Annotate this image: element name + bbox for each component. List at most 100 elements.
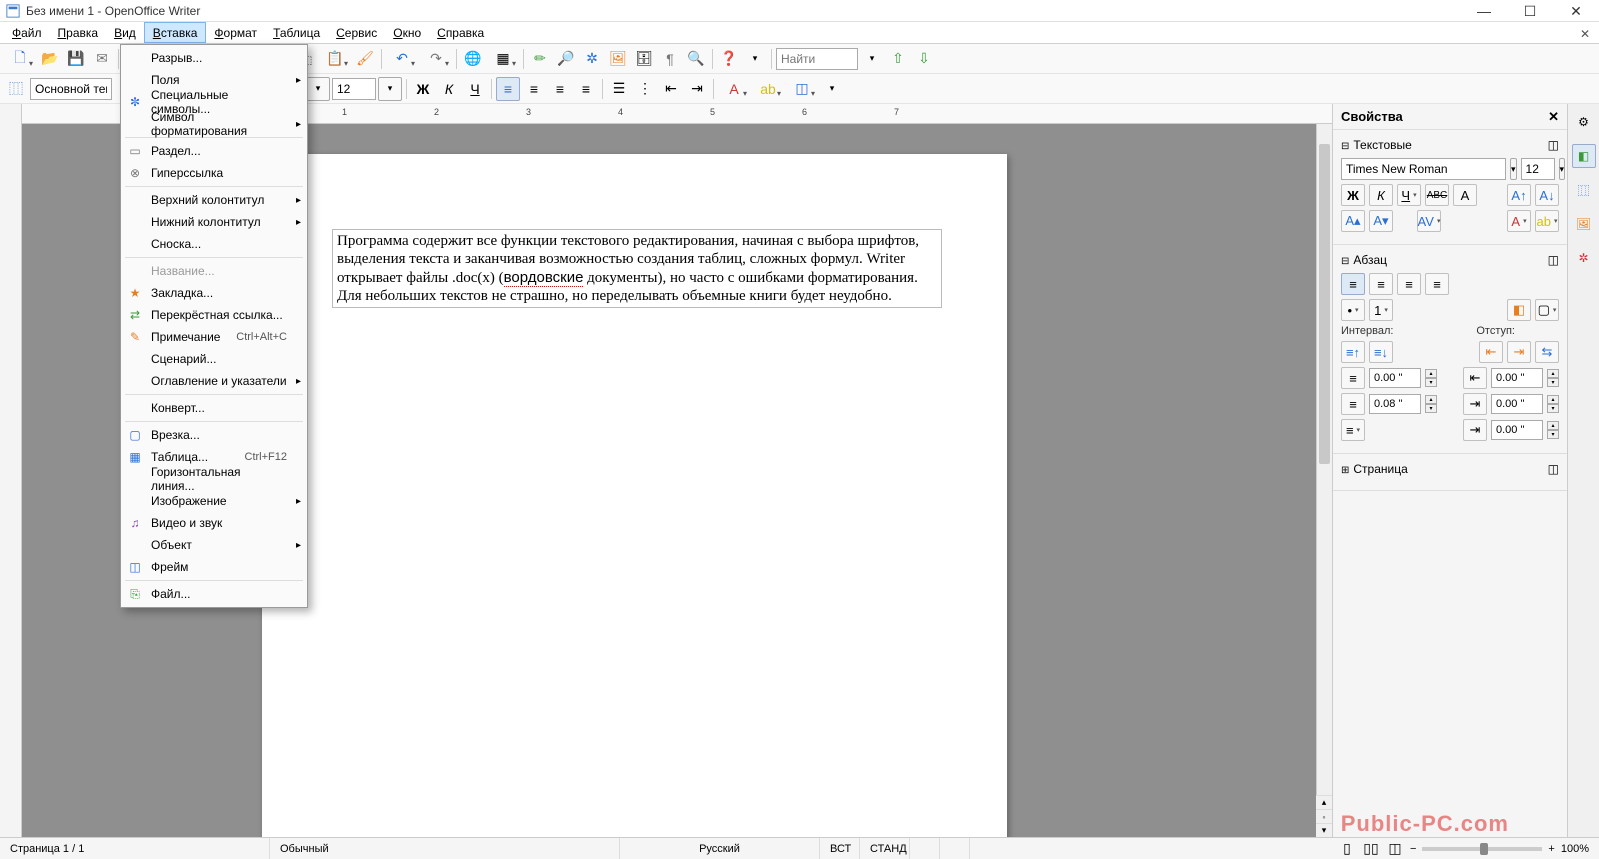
sb-font-color-button[interactable]: A	[1507, 210, 1531, 232]
gallery-button[interactable]: 🖼	[606, 47, 630, 71]
document-text-frame[interactable]: Программа содержит все функции текстовог…	[332, 229, 942, 308]
email-button[interactable]: ✉	[90, 47, 114, 71]
status-selection-mode[interactable]: СТАНД	[860, 838, 910, 859]
sb-align-right-button[interactable]: ≡	[1397, 273, 1421, 295]
sb-shadow-button[interactable]: A	[1453, 184, 1477, 206]
insert-menu-item[interactable]: ✎ПримечаниеCtrl+Alt+C	[121, 326, 307, 348]
document-page[interactable]: Программа содержит все функции текстовог…	[262, 154, 1007, 837]
align-left-button[interactable]: ≡	[496, 77, 520, 101]
nonprinting-button[interactable]: ¶	[658, 47, 682, 71]
status-page[interactable]: Страница 1 / 1	[0, 838, 270, 859]
undo-button[interactable]: ↶	[386, 47, 418, 71]
menu-правка[interactable]: Правка	[50, 22, 107, 43]
spin-up[interactable]: ▴	[1425, 395, 1437, 404]
toolbar2-overflow-icon[interactable]: ▾	[820, 77, 844, 101]
bold-button[interactable]: Ж	[411, 77, 435, 101]
menu-формат[interactable]: Формат	[206, 22, 265, 43]
show-draw-button[interactable]: ✏	[528, 47, 552, 71]
sb-grow-font-button[interactable]: A▴	[1341, 210, 1365, 232]
highlight-button[interactable]: ab	[752, 77, 784, 101]
sb-space-below-input[interactable]	[1369, 394, 1421, 414]
menu-вид[interactable]: Вид	[106, 22, 144, 43]
sb-highlight-button[interactable]: ab	[1535, 210, 1559, 232]
find-replace-button[interactable]: 🔎	[554, 47, 578, 71]
insert-menu-item[interactable]: Сноска...	[121, 233, 307, 255]
sb-inc-spacing-button[interactable]: ≡↑	[1341, 341, 1365, 363]
paragraph-style-combo[interactable]	[30, 78, 112, 100]
hyperlink-button[interactable]: 🌐	[461, 47, 485, 71]
sb-inc-indent-button[interactable]: ⇥	[1507, 341, 1531, 363]
menu-файл[interactable]: Файл	[4, 22, 50, 43]
next-page-button[interactable]: ▾	[1316, 823, 1332, 837]
insert-menu-item[interactable]: ⇄Перекрёстная ссылка...	[121, 304, 307, 326]
data-sources-button[interactable]: 🗄	[632, 47, 656, 71]
sb-line-spacing-button[interactable]: ≡	[1341, 419, 1365, 441]
insert-menu-item[interactable]: ⎘Файл...	[121, 583, 307, 605]
spin-up[interactable]: ▴	[1547, 421, 1559, 430]
menu-таблица[interactable]: Таблица	[265, 22, 328, 43]
insert-menu-item[interactable]: Горизонтальная линия...	[121, 468, 307, 490]
insert-menu-item[interactable]: ▢Врезка...	[121, 424, 307, 446]
spin-up[interactable]: ▴	[1547, 395, 1559, 404]
align-justify-button[interactable]: ≡	[574, 77, 598, 101]
sb-numbering-button[interactable]: 1	[1369, 299, 1393, 321]
scrollbar-thumb[interactable]	[1319, 144, 1330, 464]
status-modified-icon[interactable]	[910, 838, 940, 859]
sb-dec-indent-button[interactable]: ⇤	[1479, 341, 1503, 363]
document-close-button[interactable]: ✕	[1577, 26, 1593, 42]
styles-button[interactable]: ⿲	[4, 77, 28, 101]
decrease-indent-button[interactable]: ⇤	[659, 77, 683, 101]
find-prev-button[interactable]: ⇧	[886, 47, 910, 71]
sb-align-center-button[interactable]: ≡	[1369, 273, 1393, 295]
navigator-button[interactable]: ✲	[580, 47, 604, 71]
close-button[interactable]: ✕	[1553, 0, 1599, 22]
help-button[interactable]: ❓	[717, 47, 741, 71]
sb-font-name-combo[interactable]	[1341, 158, 1506, 180]
font-color-button[interactable]: A	[718, 77, 750, 101]
sb-bgcolor-button[interactable]: ◧	[1507, 299, 1531, 321]
sidebar-close-icon[interactable]: ✕	[1548, 109, 1559, 125]
insert-menu-item[interactable]: ⊗Гиперссылка	[121, 162, 307, 184]
new-doc-button[interactable]: 🗋	[4, 47, 36, 71]
sb-font-arrow[interactable]: ▾	[1510, 158, 1517, 180]
vertical-scrollbar[interactable]: ▴ ◦ ▾	[1316, 124, 1332, 837]
prev-page-button[interactable]: ▴	[1316, 795, 1332, 809]
sb-bullets-button[interactable]: •	[1341, 299, 1365, 321]
format-paintbrush-button[interactable]: 🖌	[353, 47, 377, 71]
bullets-button[interactable]: ⋮	[633, 77, 657, 101]
sb-hanging-indent-button[interactable]: ⇆	[1535, 341, 1559, 363]
zoom-value[interactable]: 100%	[1561, 843, 1589, 855]
spin-up[interactable]: ▴	[1547, 369, 1559, 378]
spin-down[interactable]: ▾	[1425, 404, 1437, 413]
insert-menu-item[interactable]: Верхний колонтитул	[121, 189, 307, 211]
zoom-handle[interactable]	[1480, 843, 1488, 855]
page-section-more-icon[interactable]: ◫	[1548, 462, 1559, 476]
minimize-button[interactable]: —	[1461, 0, 1507, 22]
insert-menu-item[interactable]: Объект	[121, 534, 307, 556]
zoom-in-icon[interactable]: +	[1548, 843, 1554, 855]
sb-align-left-button[interactable]: ≡	[1341, 273, 1365, 295]
sb-bold-button[interactable]: Ж	[1341, 184, 1365, 206]
spin-down[interactable]: ▾	[1547, 378, 1559, 387]
menu-справка[interactable]: Справка	[429, 22, 492, 43]
background-color-button[interactable]: ◫	[786, 77, 818, 101]
text-section-more-icon[interactable]: ◫	[1548, 138, 1559, 152]
find-next-button[interactable]: ⇩	[912, 47, 936, 71]
sb-underline-button[interactable]: Ч	[1397, 184, 1421, 206]
sb-superscript-button[interactable]: A↑	[1507, 184, 1531, 206]
table-button[interactable]: ▦	[487, 47, 519, 71]
sb-indent-right-input[interactable]	[1491, 394, 1543, 414]
numbering-button[interactable]: ☰	[607, 77, 631, 101]
view-book-icon[interactable]: ◫	[1386, 841, 1404, 857]
sidebar-gallery-tab[interactable]: 🖼	[1572, 212, 1596, 236]
underline-button[interactable]: Ч	[463, 77, 487, 101]
insert-menu-item[interactable]: ◫Фрейм	[121, 556, 307, 578]
insert-menu-item[interactable]: Символ форматирования	[121, 113, 307, 135]
status-style[interactable]: Обычный	[270, 838, 620, 859]
insert-menu-item[interactable]: Изображение	[121, 490, 307, 512]
sb-border-button[interactable]: ▢	[1535, 299, 1559, 321]
find-dropdown-icon[interactable]: ▾	[860, 47, 884, 71]
sb-strike-button[interactable]: ABC	[1425, 184, 1449, 206]
insert-menu-item[interactable]: Разрыв...	[121, 47, 307, 69]
sidebar-properties-tab[interactable]: ◧	[1572, 144, 1596, 168]
